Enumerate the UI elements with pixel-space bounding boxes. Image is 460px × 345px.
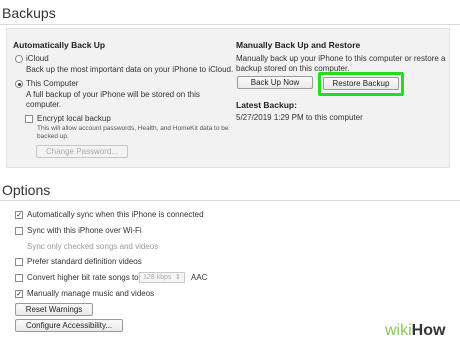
- watermark-wiki: wiki: [385, 322, 412, 339]
- change-password-button[interactable]: Change Password...: [36, 145, 128, 158]
- icloud-label[interactable]: iCloud: [26, 54, 49, 64]
- encrypt-checkbox[interactable]: [25, 115, 33, 123]
- wikihow-watermark: wikiHow: [385, 322, 445, 340]
- icloud-radio[interactable]: [15, 55, 23, 63]
- chevron-updown-icon: ⇕: [175, 274, 181, 281]
- auto-sync-label[interactable]: Automatically sync when this iPhone is c…: [27, 210, 204, 220]
- watermark-how: How: [411, 322, 446, 339]
- wifi-sync-label[interactable]: Sync with this iPhone over Wi-Fi: [27, 226, 142, 236]
- this-computer-radio[interactable]: [15, 80, 23, 88]
- configure-accessibility-button[interactable]: Configure Accessibility...: [15, 319, 123, 332]
- convert-bitrate-label[interactable]: Convert higher bit rate songs to: [27, 273, 139, 283]
- encrypt-description-line2: backed up.: [37, 133, 69, 140]
- latest-backup-value: 5/27/2019 1:29 PM to this computer: [236, 113, 363, 122]
- convert-bitrate-checkbox[interactable]: [15, 274, 23, 282]
- back-up-now-button[interactable]: Back Up Now: [237, 76, 313, 89]
- icloud-description: Back up the most important data on your …: [26, 65, 234, 74]
- prefer-sd-checkbox[interactable]: [15, 258, 23, 266]
- this-computer-description-line2: computer.: [26, 100, 62, 109]
- bitrate-select[interactable]: 128 kbps ⇕: [139, 272, 185, 283]
- checked-only-label: Sync only checked songs and videos: [27, 242, 159, 251]
- reset-warnings-button[interactable]: Reset Warnings: [15, 303, 93, 316]
- encrypt-label[interactable]: Encrypt local backup: [37, 114, 111, 124]
- latest-backup-title: Latest Backup:: [236, 100, 297, 110]
- manual-manage-checkbox[interactable]: ✓: [15, 290, 23, 298]
- options-heading: Options: [2, 182, 51, 198]
- wifi-sync-checkbox[interactable]: [15, 227, 23, 235]
- encrypt-description-line1: This will allow account passwords, Healt…: [37, 125, 229, 132]
- this-computer-label[interactable]: This Computer: [26, 79, 78, 89]
- bitrate-value: 128 kbps: [143, 274, 172, 281]
- backups-divider: [0, 24, 460, 25]
- auto-sync-checkbox[interactable]: ✓: [15, 211, 23, 219]
- format-label: AAC: [191, 273, 208, 282]
- prefer-sd-label[interactable]: Prefer standard definition videos: [27, 257, 142, 267]
- restore-backup-button[interactable]: Restore Backup: [323, 77, 399, 90]
- manual-manage-label[interactable]: Manually manage music and videos: [27, 289, 154, 299]
- manual-backup-title: Manually Back Up and Restore: [236, 40, 361, 50]
- this-computer-description-line1: A full backup of your iPhone will be sto…: [26, 90, 200, 99]
- manual-description-line1: Manually back up your iPhone to this com…: [236, 54, 446, 63]
- auto-backup-title: Automatically Back Up: [13, 40, 106, 50]
- options-divider: [0, 200, 460, 201]
- backups-heading: Backups: [2, 5, 56, 21]
